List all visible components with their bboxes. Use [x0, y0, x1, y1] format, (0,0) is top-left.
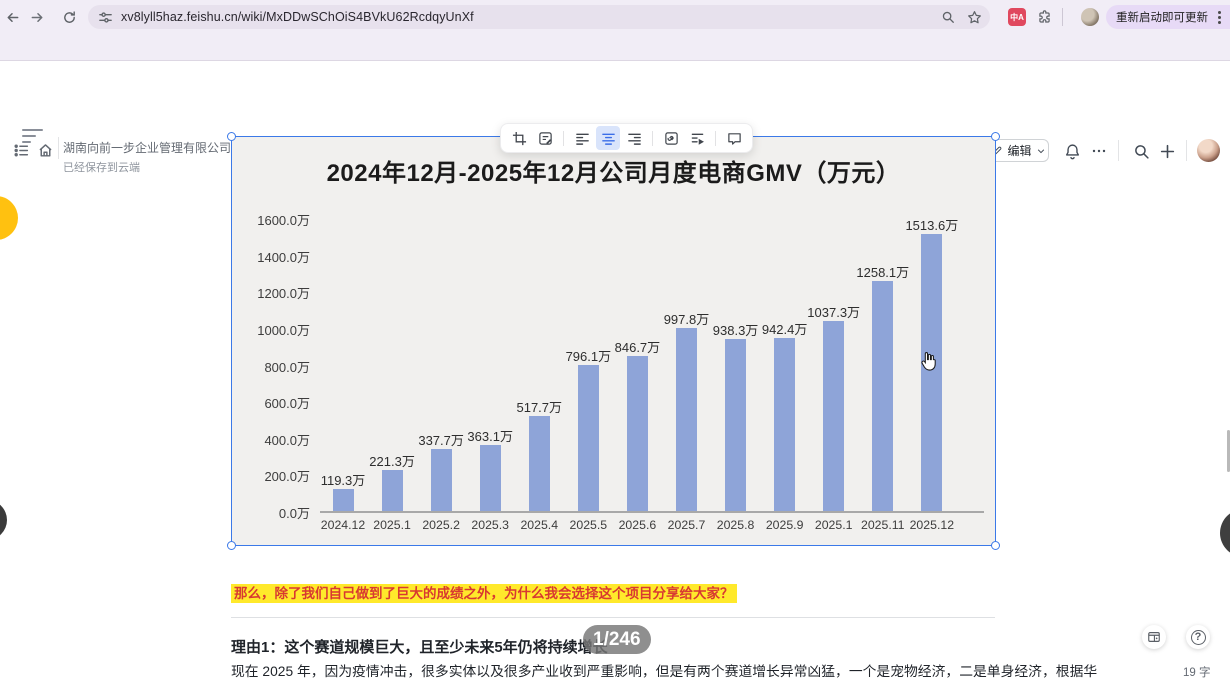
mouse-cursor-hand [918, 351, 937, 377]
zoom-icon[interactable] [941, 10, 955, 24]
y-tick-label: 1000.0万 [257, 322, 310, 338]
extract-convert-icon[interactable] [685, 126, 709, 150]
y-tick-label: 600.0万 [264, 396, 310, 412]
word-count: 19 字 [1183, 667, 1211, 679]
page-counter-badge: 1/246 [583, 625, 651, 654]
floating-widget-yellow[interactable] [0, 196, 18, 240]
doc-divider [231, 617, 995, 618]
chart-plot: 1600.0万 1400.0万 1200.0万 1000.0万 800.0万 600.0万… [232, 137, 995, 545]
update-label: 重新启动即可更新 [1116, 12, 1208, 24]
edit-button[interactable]: 编辑 [988, 139, 1049, 162]
translate-extension-icon[interactable]: 中A [1008, 8, 1026, 26]
align-center-icon[interactable] [596, 126, 620, 150]
forward-icon[interactable] [27, 7, 47, 27]
floating-widget-left[interactable] [0, 500, 7, 540]
bar-value-label: 942.4万 [761, 322, 808, 338]
bar-value-label: 363.1万 [467, 428, 513, 444]
feishu-header: 湖南向前一步企业管理有限公司 龙渊 2026千亿商机分享会 外部 已经保存到云端… [0, 61, 1230, 174]
bar [823, 321, 845, 511]
notifications-bell-icon[interactable] [1061, 140, 1083, 162]
copy-link-icon[interactable] [659, 126, 683, 150]
y-tick-label: 200.0万 [264, 469, 310, 485]
breadcrumb-company[interactable]: 湖南向前一步企业管理有限公司 [63, 139, 231, 156]
bar [626, 355, 648, 511]
y-tick-label: 1400.0万 [257, 249, 310, 265]
bar-value-label: 221.3万 [369, 454, 415, 470]
question-icon: ? [1190, 629, 1206, 645]
crop-icon[interactable] [507, 126, 531, 150]
y-tick-label: 400.0万 [264, 432, 310, 448]
resize-handle-top-left[interactable] [227, 132, 236, 141]
bar-value-label: 1037.3万 [807, 305, 861, 321]
bar [528, 416, 550, 511]
browser-toolbar: xv8lyll5haz.feishu.cn/wiki/MxDDwSChOiS4B… [0, 0, 1230, 34]
bookmark-star-icon[interactable] [967, 10, 982, 25]
image-toolbar [500, 123, 753, 153]
refresh-icon[interactable] [59, 7, 79, 27]
bar-value-label: 517.7万 [516, 400, 563, 416]
browser-menu-icon[interactable] [1218, 10, 1221, 24]
highlighted-paragraph: 那么，除了我们自己做到了巨大的成绩之外，为什么我会选择这个项目分享给大家？ [231, 582, 737, 603]
y-tick-label: 0.0万 [278, 506, 310, 521]
more-actions-icon[interactable] [1088, 140, 1110, 162]
bar [332, 489, 354, 511]
back-icon[interactable] [2, 7, 22, 27]
site-info-icon[interactable] [98, 10, 113, 25]
reason-heading: 理由1：这个赛道规模巨大，且至少未来5年仍将持续增长 [231, 639, 608, 656]
bookmarks-bar: N notionAI 飞瓜 所有书签 [0, 34, 1230, 89]
comment-icon[interactable] [722, 126, 746, 150]
panel-doc-icon [1148, 632, 1160, 642]
y-tick-label: 1600.0万 [257, 213, 310, 228]
address-bar[interactable]: xv8lyll5haz.feishu.cn/wiki/MxDDwSChOiS4B… [88, 5, 990, 29]
x-tick-label: 2025.12 [909, 518, 955, 532]
y-tick-label: 1200.0万 [257, 286, 310, 302]
extensions-puzzle-icon[interactable] [1034, 7, 1054, 27]
bar-value-label: 119.3万 [320, 473, 366, 489]
rename-note-icon[interactable] [533, 126, 557, 150]
create-new-icon[interactable] [1156, 140, 1178, 162]
url-text[interactable]: xv8lyll5haz.feishu.cn/wiki/MxDDwSChOiS4B… [121, 10, 474, 24]
header-divider [58, 137, 59, 159]
screen: xv8lyll5haz.feishu.cn/wiki/MxDDwSChOiS4B… [0, 0, 1230, 680]
bar [725, 339, 747, 511]
bar-value-label: 1513.6万 [905, 217, 959, 233]
bar [774, 338, 796, 511]
outline-toggle-icon[interactable] [22, 129, 46, 147]
browser-profile-avatar[interactable] [1081, 8, 1099, 26]
bar [430, 449, 452, 511]
body-paragraph: 现在 2025 年，因为疫情冲击，很多实体以及很多产业收到严重影响，但是有两个赛… [231, 664, 1098, 679]
resize-handle-top-right[interactable] [991, 132, 1000, 141]
align-left-icon[interactable] [570, 126, 594, 150]
bar [577, 365, 599, 511]
resize-handle-bottom-left[interactable] [227, 541, 236, 550]
header-divider [1186, 140, 1187, 161]
floating-widget-right[interactable] [1220, 509, 1230, 557]
highlight-text: 那么，除了我们自己做到了巨大的成绩之外，为什么我会选择这个项目分享给大家？ [231, 584, 737, 603]
catalog-panel-button[interactable] [1142, 625, 1166, 649]
help-button[interactable]: ? [1186, 625, 1210, 649]
bar [479, 444, 501, 511]
chevron-down-icon [1037, 148, 1044, 153]
toolbar-divider [1062, 8, 1063, 26]
bar-value-label: 846.7万 [614, 339, 661, 355]
user-avatar[interactable] [1197, 139, 1220, 162]
header-divider [1118, 140, 1119, 161]
chart-image[interactable]: 2024年12月-2025年12月公司月度电商GMV（万元） 1600.0万 14… [227, 132, 1000, 550]
saved-status: 已经保存到云端 [63, 162, 140, 174]
x-axis-line [320, 511, 984, 513]
bar [872, 280, 894, 511]
resize-handle-bottom-right[interactable] [991, 541, 1000, 550]
search-icon[interactable] [1130, 140, 1152, 162]
bar [675, 328, 697, 511]
bar [381, 470, 403, 511]
bar-value-label: 1258.1万 [856, 264, 910, 280]
align-right-icon[interactable] [622, 126, 646, 150]
y-tick-label: 800.0万 [264, 359, 310, 375]
restart-to-update-button[interactable]: 重新启动即可更新 [1106, 5, 1230, 29]
edit-label: 编辑 [1007, 144, 1032, 158]
